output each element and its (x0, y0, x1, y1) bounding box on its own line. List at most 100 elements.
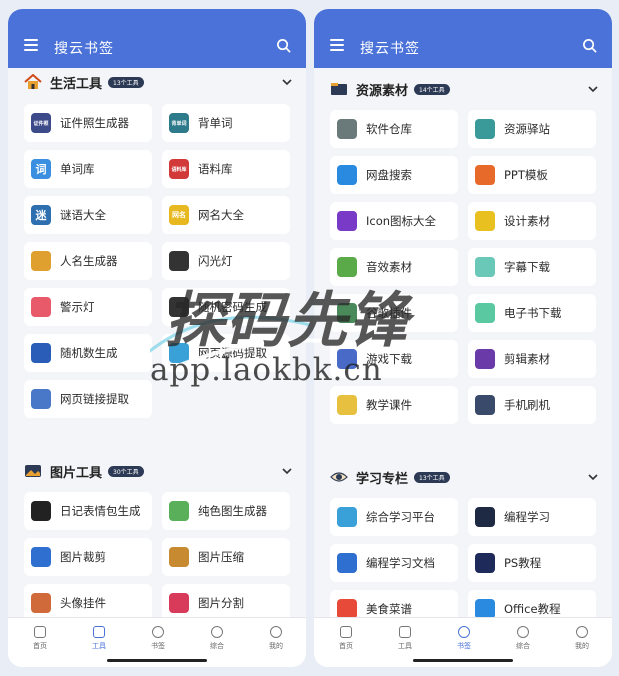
tool-card[interactable]: 字幕下载 (468, 248, 596, 286)
menu-icon[interactable] (330, 39, 344, 51)
id-photo-icon: 证件照 (31, 113, 51, 133)
tool-card[interactable]: 证件照 证件照生成器 (24, 104, 152, 142)
section-title: 图片工具 (50, 465, 103, 481)
tab-home[interactable]: 首页 (20, 626, 60, 651)
tool-card[interactable]: 手机刷机 (468, 386, 596, 424)
section-header[interactable]: 图片工具 30个工具 (24, 460, 292, 482)
chevron-down-icon[interactable] (282, 466, 292, 476)
tool-card[interactable]: PPT模板 (468, 156, 596, 194)
tab-profile[interactable]: 我的 (562, 626, 602, 651)
tool-card[interactable]: 谷歌插件 (330, 294, 458, 332)
section-title: 学习专栏 (356, 471, 409, 487)
tab-home[interactable]: 首页 (326, 626, 366, 651)
tab-tools[interactable]: 工具 (385, 626, 425, 651)
tool-card[interactable]: PS教程 (468, 544, 596, 582)
tab-bookmark[interactable]: 书签 (138, 626, 178, 651)
tool-card[interactable]: 随机密码生成 (162, 288, 290, 326)
tool-card[interactable]: 设计素材 (468, 202, 596, 240)
tool-card[interactable]: 网盘搜索 (330, 156, 458, 194)
tools-content: 生活工具 13个工具 证件照 证件照生成器 背单词 背单词词单词库 语料库 语料库迷谜语大… (8, 68, 306, 617)
tool-card[interactable]: 迷谜语大全 (24, 196, 152, 234)
menu-icon[interactable] (24, 39, 38, 51)
tool-card[interactable]: 头像挂件 (24, 584, 152, 617)
chevron-down-icon[interactable] (282, 77, 292, 87)
tool-card[interactable]: 资源驿站 (468, 110, 596, 148)
tool-card[interactable]: 图片压缩 (162, 538, 290, 576)
tab-profile[interactable]: 我的 (256, 626, 296, 651)
ebook-icon (475, 303, 495, 323)
subtitle-icon (475, 257, 495, 277)
tool-label: 游戏下载 (366, 352, 412, 366)
tool-label: 网盘搜索 (366, 168, 412, 182)
tool-label: 编程学习文档 (366, 556, 435, 570)
tool-card[interactable]: Icon图标大全 (330, 202, 458, 240)
tool-card[interactable]: 电子书下载 (468, 294, 596, 332)
tool-card[interactable]: 音效素材 (330, 248, 458, 286)
tab-compass[interactable]: 综合 (197, 626, 237, 651)
tool-card[interactable]: 编程学习文档 (330, 544, 458, 582)
chevron-down-icon[interactable] (588, 472, 598, 482)
design-material-icon (475, 211, 495, 231)
tool-label: 警示灯 (60, 300, 95, 314)
tool-card[interactable]: 人名生成器 (24, 242, 152, 280)
tool-card[interactable]: 图片裁剪 (24, 538, 152, 576)
tool-card[interactable]: 语料库 语料库 (162, 150, 290, 188)
tool-label: 单词库 (60, 162, 95, 176)
tool-card[interactable]: 随机数生成 (24, 334, 152, 372)
tab-compass[interactable]: 综合 (503, 626, 543, 651)
tool-card[interactable]: 网页链接提取 (24, 380, 152, 418)
section-header[interactable]: 资源素材 14个工具 (330, 78, 598, 100)
ppt-icon (475, 165, 495, 185)
compress-icon (169, 547, 189, 567)
section-header[interactable]: 生活工具 13个工具 (24, 71, 292, 93)
tool-card[interactable]: 闪光灯 (162, 242, 290, 280)
icon-library-icon (337, 211, 357, 231)
tab-tools[interactable]: 工具 (79, 626, 119, 651)
tool-label: 网名大全 (198, 208, 244, 222)
tool-card[interactable]: 词单词库 (24, 150, 152, 188)
panda-icon (31, 501, 51, 521)
tool-count-badge: 13个工具 (108, 76, 144, 88)
tab-bookmark[interactable]: 书签 (444, 626, 484, 651)
eye-icon (330, 469, 348, 485)
link-icon (31, 389, 51, 409)
tool-card[interactable]: Office教程 (468, 590, 596, 617)
tool-count-badge: 14个工具 (414, 83, 450, 95)
tool-label: 背单词 (198, 116, 233, 130)
tool-label: 谷歌插件 (366, 306, 412, 320)
tool-card[interactable]: 图片分割 (162, 584, 290, 617)
home-indicator (413, 659, 513, 662)
tool-card[interactable]: 剪辑素材 (468, 340, 596, 378)
cloud-search-icon (337, 165, 357, 185)
tool-card[interactable]: 警示灯 (24, 288, 152, 326)
dictionary-icon: 词 (31, 159, 51, 179)
tool-card[interactable]: 日记表情包生成 (24, 492, 152, 530)
recipe-icon (337, 599, 357, 617)
tool-card[interactable]: 网名 网名大全 (162, 196, 290, 234)
tool-card[interactable]: 教学课件 (330, 386, 458, 424)
tool-label: 日记表情包生成 (60, 504, 141, 518)
tool-label: 谜语大全 (60, 208, 106, 222)
video-edit-icon (475, 349, 495, 369)
tool-card[interactable]: 游戏下载 (330, 340, 458, 378)
tool-card[interactable]: 网页源码提取 (162, 334, 290, 372)
tool-card[interactable]: 综合学习平台 (330, 498, 458, 536)
tool-card[interactable]: 背单词 背单词 (162, 104, 290, 142)
tool-label: PPT模板 (504, 168, 548, 182)
flashlight-icon (169, 251, 189, 271)
tool-card[interactable]: 编程学习 (468, 498, 596, 536)
search-icon[interactable] (276, 38, 291, 53)
app-bar: 搜云书签 (8, 9, 306, 68)
tool-count-badge: 30个工具 (108, 465, 144, 477)
app-bar: 搜云书签 (314, 9, 612, 68)
tool-label: 随机密码生成 (198, 300, 267, 314)
tool-card[interactable]: 美食菜谱 (330, 590, 458, 617)
chevron-down-icon[interactable] (588, 84, 598, 94)
tab-label: 我的 (575, 642, 589, 650)
search-icon[interactable] (582, 38, 597, 53)
tool-card[interactable]: 软件仓库 (330, 110, 458, 148)
section-header[interactable]: 学习专栏 13个工具 (330, 466, 598, 488)
tool-label: 闪光灯 (198, 254, 233, 268)
bookmark-icon (458, 626, 470, 638)
tool-card[interactable]: 纯色图生成器 (162, 492, 290, 530)
